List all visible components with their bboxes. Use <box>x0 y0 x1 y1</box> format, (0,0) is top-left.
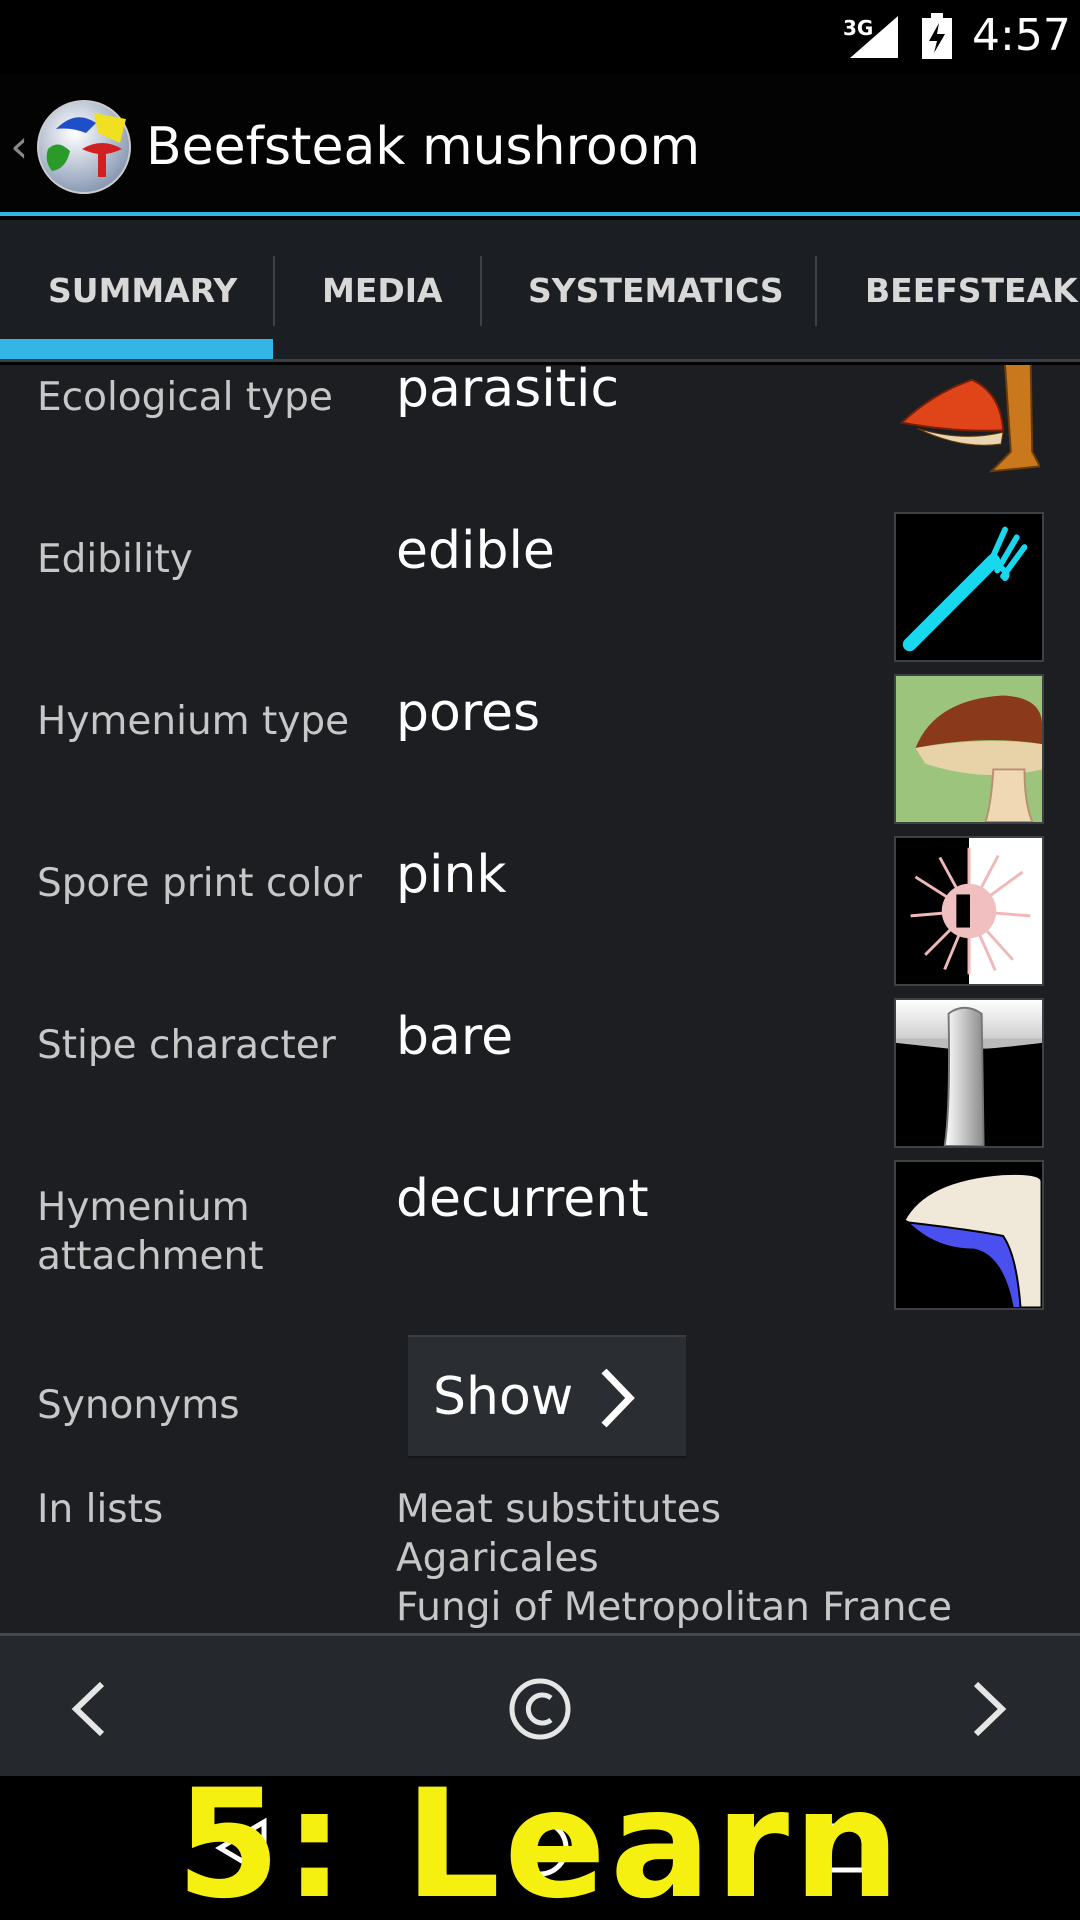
spore-print-icon <box>894 836 1044 986</box>
summary-content[interactable]: Ecological type parasitic Edibility edib… <box>0 365 1080 1633</box>
trait-label: Edibility <box>37 537 193 582</box>
synonyms-label: Synonyms <box>37 1383 240 1428</box>
page-title: Beefsteak mushroom <box>146 117 701 177</box>
signal-icon <box>850 16 898 58</box>
battery-charging-icon <box>922 13 952 59</box>
tab-divider <box>273 256 275 326</box>
parasitic-icon <box>894 365 1044 485</box>
decurrent-icon <box>894 1160 1044 1310</box>
tab-media[interactable]: MEDIA <box>322 220 443 359</box>
fork-icon <box>894 512 1044 662</box>
tab-systematics[interactable]: SYSTEMATICS <box>528 220 784 359</box>
show-button-label: Show <box>433 1367 574 1427</box>
status-bar: 3G 4:57 <box>0 0 1080 75</box>
trait-label: Hymenium attachment <box>37 1185 264 1279</box>
trait-value: parasitic <box>396 365 620 419</box>
overlay-caption: 5: Learn <box>176 1758 904 1920</box>
in-lists-label: In lists <box>37 1487 164 1532</box>
next-arrow-icon[interactable] <box>966 1664 1012 1754</box>
chevron-right-icon <box>601 1368 635 1428</box>
list-item[interactable]: Fungi of Metropolitan France <box>396 1583 952 1632</box>
trait-label: Stipe character <box>37 1023 336 1068</box>
trait-label: Ecological type <box>37 375 333 420</box>
list-item[interactable]: Meat substitutes <box>396 1485 952 1534</box>
pores-icon <box>894 674 1044 824</box>
action-bar: ‹ Beefsteak mushroom <box>0 75 1080 216</box>
tab-strip: SUMMARY MEDIA SYSTEMATICS BEEFSTEAK M <box>0 220 1080 362</box>
selected-tab-indicator <box>0 339 273 359</box>
tab-beefsteak[interactable]: BEEFSTEAK M <box>865 220 1080 359</box>
previous-arrow-icon[interactable] <box>66 1664 112 1754</box>
trait-value: decurrent <box>396 1169 649 1229</box>
bare-stipe-icon <box>894 998 1044 1148</box>
trait-label: Spore print color <box>37 861 363 906</box>
tab-divider <box>480 256 482 326</box>
trait-value: edible <box>396 521 555 581</box>
bottom-navigation-bar <box>0 1633 1080 1776</box>
clock: 4:57 <box>972 10 1071 61</box>
list-item[interactable]: Agaricales <box>396 1534 952 1583</box>
app-logo-icon[interactable] <box>36 99 132 195</box>
trait-label: Hymenium type <box>37 699 350 744</box>
up-caret-icon[interactable]: ‹ <box>10 119 28 173</box>
tab-divider <box>815 256 817 326</box>
trait-value: pink <box>396 845 507 905</box>
in-lists-values: Meat substitutes Agaricales Fungi of Met… <box>396 1485 952 1632</box>
show-synonyms-button[interactable]: Show <box>408 1335 686 1458</box>
copyright-icon[interactable] <box>495 1664 585 1754</box>
trait-value: pores <box>396 683 541 743</box>
trait-value: bare <box>396 1007 514 1067</box>
